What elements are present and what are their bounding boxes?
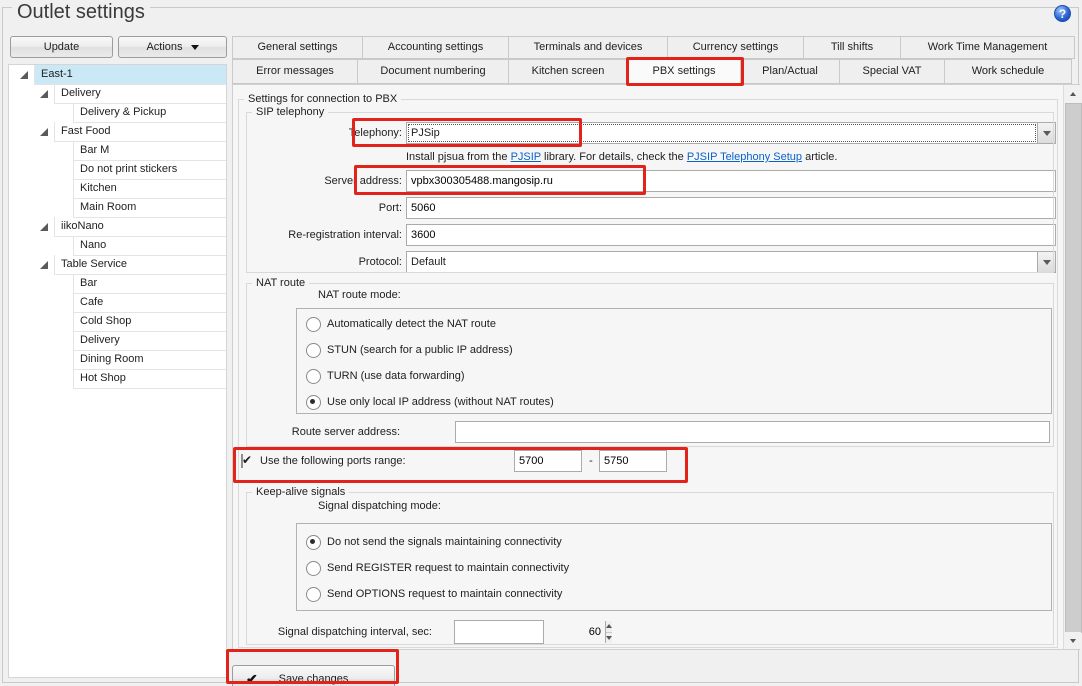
- expand-icon[interactable]: [40, 261, 48, 269]
- tree-item-bar[interactable]: Bar: [9, 274, 226, 293]
- chevron-up-icon: [1070, 92, 1076, 96]
- sip-telephony-group: [246, 112, 1054, 273]
- actions-button[interactable]: Actions: [118, 36, 227, 58]
- tree-item-nano[interactable]: Nano: [9, 236, 226, 255]
- scroll-up-button[interactable]: [1064, 85, 1081, 102]
- tree-item-delivery-2[interactable]: Delivery: [9, 331, 226, 350]
- tree-item-delivery[interactable]: Delivery: [9, 84, 226, 103]
- save-changes-button[interactable]: ✔ Save changes: [232, 665, 395, 686]
- keepalive-group: [246, 492, 1054, 645]
- tree-item-east-1[interactable]: East-1: [9, 65, 226, 84]
- keepalive-group-title: Keep-alive signals: [252, 486, 349, 499]
- chevron-down-icon: [1070, 639, 1076, 643]
- save-changes-label: Save changes: [279, 673, 349, 685]
- tab-accounting-settings[interactable]: Accounting settings: [362, 36, 509, 59]
- expand-icon[interactable]: [40, 128, 48, 136]
- chevron-down-icon: [191, 45, 199, 50]
- sip-telephony-group-title: SIP telephony: [252, 106, 328, 119]
- tab-pbx-settings[interactable]: PBX settings: [627, 57, 741, 85]
- tree-item-cafe[interactable]: Cafe: [9, 293, 226, 312]
- check-icon: ✔: [246, 666, 258, 686]
- expand-icon[interactable]: [40, 223, 48, 231]
- expand-icon[interactable]: [40, 90, 48, 98]
- tree-item-fast-food[interactable]: Fast Food: [9, 122, 226, 141]
- tab-work-schedule[interactable]: Work schedule: [944, 59, 1072, 84]
- scrollbar-thumb[interactable]: [1065, 103, 1082, 633]
- tree-item-dining-room[interactable]: Dining Room: [9, 350, 226, 369]
- expand-icon[interactable]: [20, 71, 28, 79]
- tree-item-cold-shop[interactable]: Cold Shop: [9, 312, 226, 331]
- tree-item-delivery-pickup[interactable]: Delivery & Pickup: [9, 103, 226, 122]
- outlet-tree: East-1 Delivery Delivery & Pickup Fast F…: [8, 64, 227, 678]
- tab-terminals-and-devices[interactable]: Terminals and devices: [508, 36, 668, 59]
- outlet-settings-window: Outlet settings ? Update Actions East-1 …: [0, 0, 1082, 686]
- page-title: Outlet settings: [12, 1, 150, 24]
- connection-settings-group-title: Settings for connection to PBX: [244, 93, 401, 106]
- scroll-down-button[interactable]: [1064, 632, 1081, 649]
- actions-button-label: Actions: [146, 37, 182, 57]
- tree-item-do-not-print-stickers[interactable]: Do not print stickers: [9, 160, 226, 179]
- nat-route-group: [246, 283, 1054, 447]
- tab-work-time-management[interactable]: Work Time Management: [900, 36, 1075, 59]
- tab-special-vat[interactable]: Special VAT: [839, 59, 945, 84]
- tree-item-table-service[interactable]: Table Service: [9, 255, 226, 274]
- tree-item-bar-m[interactable]: Bar M: [9, 141, 226, 160]
- tree-item-kitchen[interactable]: Kitchen: [9, 179, 226, 198]
- tab-row-2: Error messages Document numbering Kitche…: [232, 59, 1072, 84]
- help-icon[interactable]: ?: [1054, 5, 1071, 22]
- nat-route-group-title: NAT route: [252, 277, 309, 290]
- tab-kitchen-screen[interactable]: Kitchen screen: [508, 59, 628, 84]
- tab-general-settings[interactable]: General settings: [232, 36, 363, 59]
- update-button[interactable]: Update: [10, 36, 113, 58]
- tab-plan-actual[interactable]: Plan/Actual: [740, 59, 840, 84]
- tree-item-hot-shop[interactable]: Hot Shop: [9, 369, 226, 388]
- tree-item-main-room[interactable]: Main Room: [9, 198, 226, 217]
- tab-till-shifts[interactable]: Till shifts: [803, 36, 901, 59]
- tree-item-iikonano[interactable]: iikoNano: [9, 217, 226, 236]
- tab-currency-settings[interactable]: Currency settings: [667, 36, 804, 59]
- tab-document-numbering[interactable]: Document numbering: [357, 59, 509, 84]
- content-scrollbar[interactable]: [1063, 85, 1080, 649]
- tab-row-1: General settings Accounting settings Ter…: [232, 36, 1075, 59]
- tab-error-messages[interactable]: Error messages: [232, 59, 358, 84]
